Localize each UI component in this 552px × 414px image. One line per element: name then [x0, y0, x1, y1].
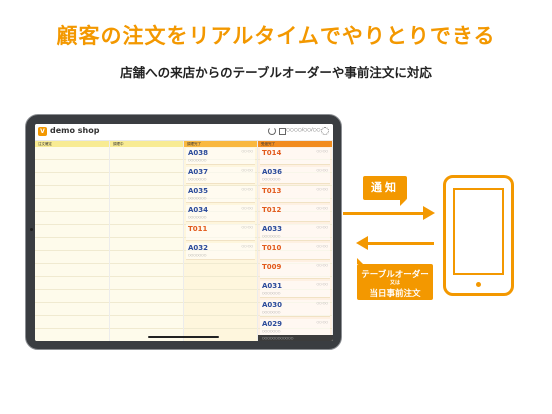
- order-detail: ○○○○○○○: [262, 329, 281, 333]
- status-bar: ○○○○○○○○○○○○: [258, 335, 333, 341]
- smartphone-home-button: [476, 282, 481, 287]
- order-id: T013: [262, 187, 282, 195]
- order-card[interactable]: A036 ○○:○○ ○○○○○○○: [260, 167, 330, 184]
- column-row-lines: [35, 147, 109, 341]
- order-card[interactable]: A032 ○○:○○ ○○○○○○○: [186, 243, 255, 260]
- order-card[interactable]: T010 ○○:○○: [260, 243, 330, 260]
- smartphone-screen: [453, 188, 504, 275]
- order-id: A037: [188, 168, 209, 176]
- subheadline: 店舗への来店からのテーブルオーダーや事前注文に対応: [120, 65, 432, 80]
- home-indicator: [148, 336, 219, 338]
- order-time: ○○:○○: [316, 206, 328, 210]
- order-id: T010: [262, 244, 282, 252]
- order-card[interactable]: A033 ○○:○○ ○○○○○○○: [260, 224, 330, 241]
- order-detail: ○○○○○○○: [262, 291, 281, 295]
- refresh-icon[interactable]: [268, 127, 276, 135]
- order-detail: ○○○○○○○: [262, 177, 281, 181]
- order-time: ○○:○○: [241, 206, 253, 210]
- order-time: ○○:○○: [316, 225, 328, 229]
- order-id: A035: [188, 187, 209, 195]
- order-column: 受渡完了 T014 ○○:○○ A036 ○○:○○ ○○○○○○○ T013 ○○:○○ T0…: [258, 141, 333, 341]
- tablet-screen: V demo shop ○○○○/○○/○○ 注文確定 調理中 調理完了 A038 ○○…: [35, 124, 333, 341]
- order-id: A032: [188, 244, 209, 252]
- order-time: ○○:○○: [316, 149, 328, 153]
- order-type-label: テーブルオーダー 又は 当日事前注文: [357, 264, 433, 300]
- order-id: T009: [262, 263, 282, 271]
- order-id: T014: [262, 149, 282, 157]
- order-detail: ○○○○○○○: [262, 310, 281, 314]
- order-card[interactable]: T009 ○○:○○: [260, 262, 330, 279]
- arrow-to-phone-head: [423, 206, 435, 220]
- arrow-to-phone-line: [343, 212, 425, 215]
- order-detail: ○○○○○○○: [188, 253, 207, 257]
- order-card[interactable]: T012 ○○:○○: [260, 205, 330, 222]
- order-type-line3: 当日事前注文: [369, 289, 421, 299]
- smartphone-icon: [443, 175, 514, 296]
- order-time: ○○:○○: [316, 244, 328, 248]
- order-type-label-tail: [357, 258, 363, 264]
- order-detail: ○○○○○○○: [188, 215, 207, 219]
- order-card[interactable]: A035 ○○:○○ ○○○○○○○: [186, 186, 255, 203]
- calendar-icon[interactable]: [279, 128, 286, 135]
- order-card[interactable]: A029 ○○:○○ ○○○○○○○: [260, 319, 330, 336]
- order-time: ○○:○○: [316, 168, 328, 172]
- gear-icon[interactable]: [321, 127, 329, 135]
- notify-label: 通知: [363, 176, 407, 200]
- order-card[interactable]: A034 ○○:○○ ○○○○○○○: [186, 205, 255, 222]
- order-time: ○○:○○: [241, 149, 253, 153]
- date-label[interactable]: ○○○○/○○/○○: [286, 128, 320, 133]
- order-id: A029: [262, 320, 283, 328]
- order-id: T011: [188, 225, 208, 233]
- shop-name: demo shop: [50, 126, 100, 135]
- order-time: ○○:○○: [241, 244, 253, 248]
- order-detail: ○○○○○○○: [262, 234, 281, 238]
- order-time: ○○:○○: [316, 282, 328, 286]
- order-column: 調理完了 A038 ○○:○○ ○○○○○○○ A037 ○○:○○ ○○○○○○○ A035…: [184, 141, 258, 341]
- order-card[interactable]: T013 ○○:○○: [260, 186, 330, 203]
- order-time: ○○:○○: [316, 320, 328, 324]
- app-header: V demo shop ○○○○/○○/○○: [35, 124, 333, 141]
- app-logo-icon: V: [38, 127, 47, 136]
- order-card[interactable]: A038 ○○:○○ ○○○○○○○: [186, 148, 255, 165]
- order-column: 調理中: [110, 141, 184, 341]
- order-card[interactable]: A030 ○○:○○ ○○○○○○○: [260, 300, 330, 317]
- order-time: ○○:○○: [316, 263, 328, 267]
- order-time: ○○:○○: [316, 187, 328, 191]
- order-card[interactable]: A037 ○○:○○ ○○○○○○○: [186, 167, 255, 184]
- order-id: A038: [188, 149, 209, 157]
- order-time: ○○:○○: [316, 301, 328, 305]
- order-card[interactable]: A031 ○○:○○ ○○○○○○○: [260, 281, 330, 298]
- headline: 顧客の注文をリアルタイムでやりとりできる: [56, 24, 496, 48]
- order-detail: ○○○○○○○: [188, 177, 207, 181]
- order-time: ○○:○○: [241, 187, 253, 191]
- order-id: A030: [262, 301, 283, 309]
- tablet-device: V demo shop ○○○○/○○/○○ 注文確定 調理中 調理完了 A038 ○○…: [25, 114, 342, 350]
- tablet-camera: [30, 228, 33, 231]
- column-row-lines: [110, 147, 183, 341]
- order-detail: ○○○○○○○: [188, 158, 207, 162]
- order-time: ○○:○○: [241, 168, 253, 172]
- order-id: A033: [262, 225, 283, 233]
- order-card[interactable]: T014 ○○:○○: [260, 148, 330, 165]
- order-card[interactable]: T011 ○○:○○: [186, 224, 255, 241]
- order-id: T012: [262, 206, 282, 214]
- order-id: A031: [262, 282, 283, 290]
- order-column: 注文確定: [35, 141, 110, 341]
- arrow-to-tablet-line: [366, 242, 434, 245]
- order-id: A034: [188, 206, 209, 214]
- order-time: ○○:○○: [241, 225, 253, 229]
- order-id: A036: [262, 168, 283, 176]
- order-type-line2: 又は: [389, 280, 400, 286]
- notify-label-tail: [400, 200, 406, 206]
- order-detail: ○○○○○○○: [188, 196, 207, 200]
